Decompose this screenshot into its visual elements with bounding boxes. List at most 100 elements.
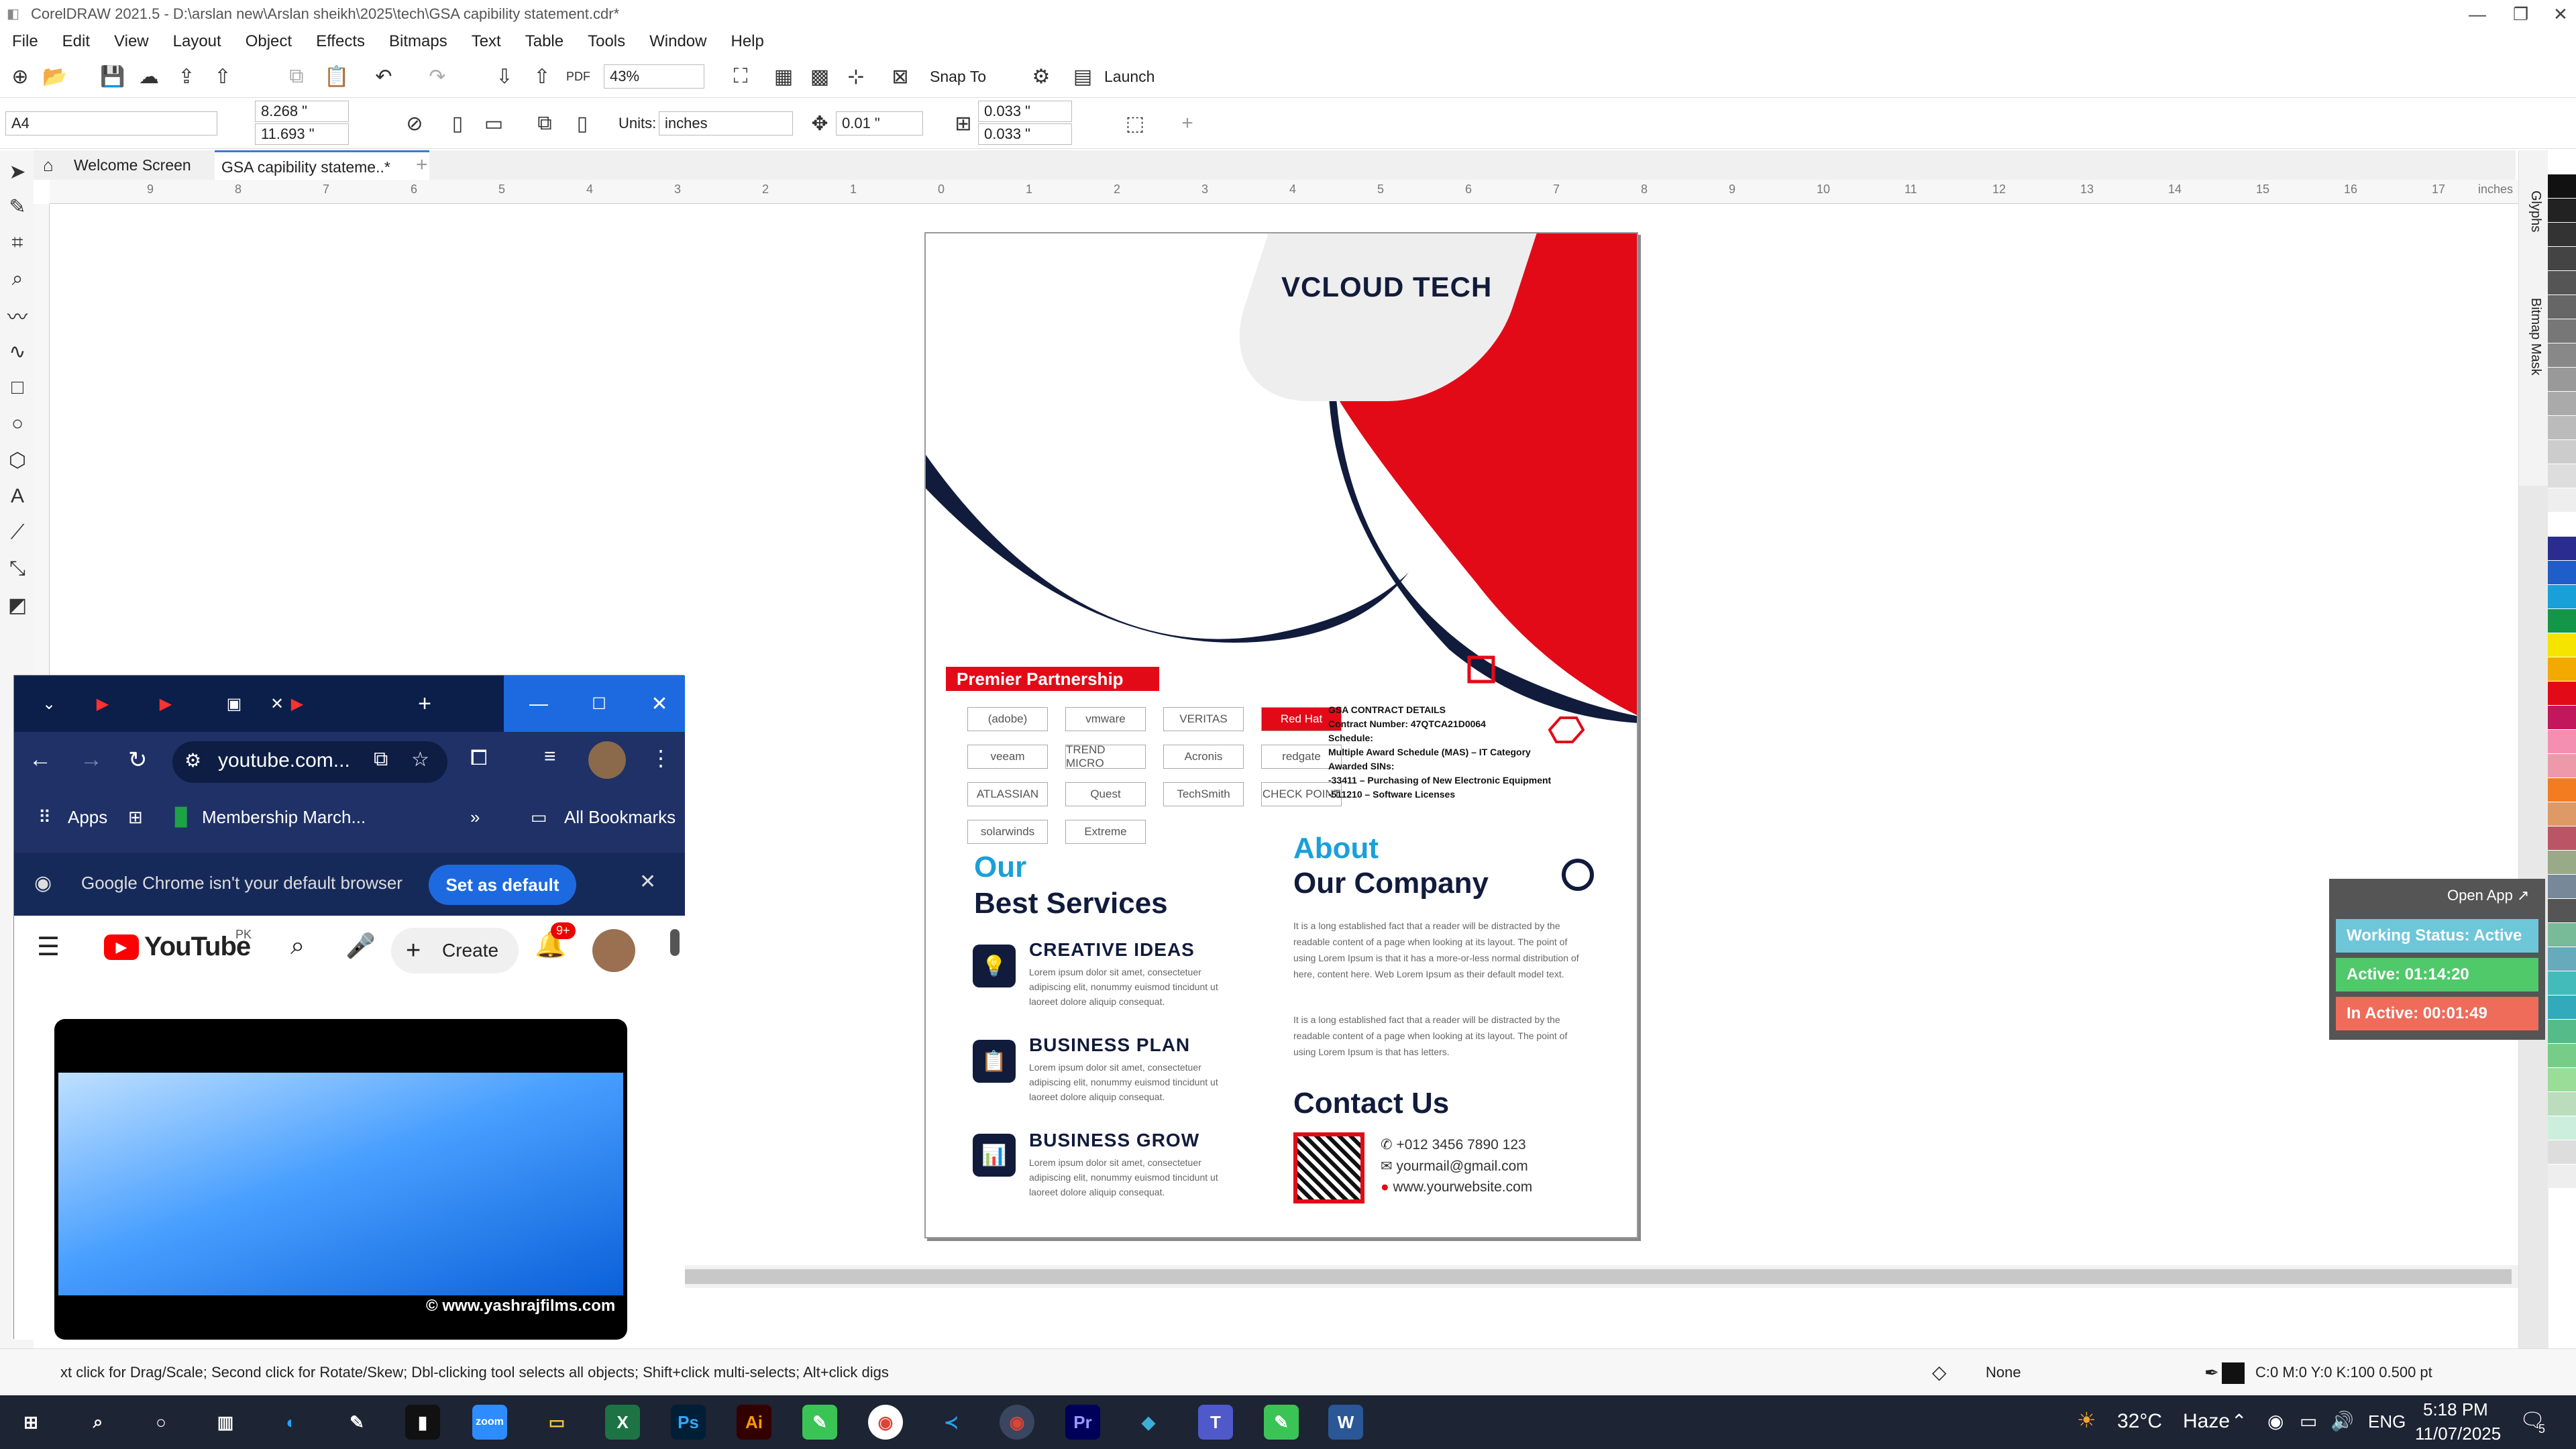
color-swatch[interactable]: [2548, 319, 2576, 343]
page-width-field[interactable]: 8.268 ": [255, 101, 349, 122]
open-icon[interactable]: 📂: [40, 62, 70, 91]
app-diamond-icon[interactable]: ◆: [1131, 1405, 1166, 1440]
color-swatch[interactable]: [2548, 657, 2576, 682]
coreldraw-icon[interactable]: ✎: [802, 1405, 837, 1440]
chrome-active-icon[interactable]: ◉: [1000, 1405, 1034, 1440]
color-swatch[interactable]: [2548, 199, 2576, 223]
menu-object[interactable]: Object: [233, 28, 304, 55]
new-tab-icon[interactable]: +: [416, 150, 428, 180]
youtube-logo-text[interactable]: YouTube: [144, 932, 251, 962]
color-swatch[interactable]: [2548, 971, 2576, 996]
freehand-tool-icon[interactable]: 〰: [3, 301, 32, 330]
zoom-level-field[interactable]: 43%: [604, 64, 704, 89]
illustrator-icon[interactable]: Ai: [737, 1405, 771, 1440]
temperature[interactable]: 32°C: [2117, 1410, 2162, 1433]
launch-dropdown[interactable]: Launch: [1104, 64, 1155, 89]
shape-tool-icon[interactable]: ✎: [3, 192, 32, 221]
address-bar[interactable]: ⚙ youtube.com... ⧉ ☆: [172, 741, 447, 783]
home-icon[interactable]: ⌂: [43, 150, 54, 180]
chrome-icon[interactable]: ◉: [868, 1405, 903, 1440]
menu-dots-icon[interactable]: ⋮: [650, 745, 672, 771]
more-bookmarks-icon[interactable]: »: [470, 807, 480, 828]
reload-icon[interactable]: ↻: [128, 747, 148, 773]
site-info-icon[interactable]: ⚙: [184, 749, 201, 771]
youtube-avatar[interactable]: [592, 929, 635, 972]
color-swatch[interactable]: [2548, 923, 2576, 947]
current-page-icon[interactable]: ▯: [568, 109, 597, 138]
launch-icon[interactable]: ▤: [1068, 62, 1097, 91]
profile-avatar[interactable]: [588, 741, 626, 779]
excel-icon[interactable]: X: [605, 1405, 640, 1440]
bitmap-mask-tab[interactable]: Bitmap Mask: [2524, 298, 2543, 405]
weather-text[interactable]: Haze: [2183, 1410, 2230, 1433]
tab-youtube-3[interactable]: ▶: [269, 686, 325, 721]
hamburger-icon[interactable]: ☰: [37, 932, 60, 962]
color-swatch[interactable]: [2548, 1116, 2576, 1140]
color-swatch[interactable]: [2548, 609, 2576, 633]
color-swatch[interactable]: [2548, 1140, 2576, 1165]
pdf-icon[interactable]: PDF: [564, 62, 593, 91]
color-swatch[interactable]: [2548, 488, 2576, 513]
vscode-icon[interactable]: ≺: [934, 1405, 969, 1440]
search-icon[interactable]: ⌕: [290, 932, 305, 961]
options-gear-icon[interactable]: ⚙: [1026, 62, 1056, 91]
tab-youtube-1[interactable]: ▶: [74, 686, 131, 721]
color-swatch[interactable]: [2548, 416, 2576, 440]
paste-icon[interactable]: 📋: [322, 62, 352, 91]
open-app-link[interactable]: Open App ↗: [2447, 887, 2529, 904]
page-height-field[interactable]: 11.693 ": [255, 123, 349, 145]
youtube-logo-icon[interactable]: ▶: [104, 934, 139, 960]
task-view-icon[interactable]: ▥: [208, 1405, 243, 1440]
dismiss-notice-icon[interactable]: ✕: [639, 870, 656, 894]
menu-tools[interactable]: Tools: [576, 28, 637, 55]
crop-tool-icon[interactable]: ⌗: [3, 228, 32, 258]
menu-window[interactable]: Window: [637, 28, 718, 55]
set-default-button[interactable]: Set as default: [429, 865, 576, 905]
all-bookmarks[interactable]: All Bookmarks: [564, 807, 676, 828]
rulers-icon[interactable]: ▦: [769, 62, 798, 91]
dup-x-field[interactable]: 0.033 ": [978, 101, 1072, 122]
color-swatch[interactable]: [2548, 392, 2576, 416]
color-swatch[interactable]: [2548, 1165, 2576, 1189]
clock-date[interactable]: 11/07/2025: [2415, 1424, 2501, 1444]
color-swatch[interactable]: [2548, 633, 2576, 657]
chrome-maximize-icon[interactable]: ☐: [571, 686, 627, 721]
color-swatch[interactable]: [2548, 996, 2576, 1020]
color-palette[interactable]: [2548, 150, 2576, 1324]
premiere-icon[interactable]: Pr: [1065, 1405, 1100, 1440]
media-icon[interactable]: ≡: [544, 745, 556, 768]
color-swatch[interactable]: [2548, 247, 2576, 271]
close-icon[interactable]: ✕: [2553, 0, 2568, 28]
volume-icon[interactable]: 🔊: [2330, 1410, 2354, 1432]
color-swatch[interactable]: [2548, 1068, 2576, 1092]
rectangle-tool-icon[interactable]: □: [3, 373, 32, 402]
sheets-icon[interactable]: ▉: [175, 807, 189, 828]
menu-table[interactable]: Table: [513, 28, 576, 55]
menu-effects[interactable]: Effects: [304, 28, 377, 55]
all-pages-icon[interactable]: ⧉: [530, 109, 559, 138]
url-text[interactable]: youtube.com...: [218, 749, 350, 772]
teams-icon[interactable]: T: [1198, 1405, 1233, 1440]
import-icon[interactable]: ⇩: [490, 62, 519, 91]
text-tool-icon[interactable]: A: [3, 482, 32, 511]
color-swatch[interactable]: [2548, 295, 2576, 319]
color-swatch[interactable]: [2548, 1044, 2576, 1068]
color-swatch[interactable]: [2548, 851, 2576, 875]
tray-app-icon[interactable]: ◉: [2267, 1410, 2284, 1432]
menu-file[interactable]: File: [0, 28, 50, 55]
apps-bookmark[interactable]: Apps: [68, 807, 107, 828]
color-swatch[interactable]: [2548, 368, 2576, 392]
extensions-icon[interactable]: ⧠: [470, 745, 488, 771]
color-swatch[interactable]: [2548, 706, 2576, 730]
menu-text[interactable]: Text: [460, 28, 513, 55]
color-swatch[interactable]: [2548, 150, 2576, 174]
network-icon[interactable]: ▭: [2300, 1410, 2317, 1432]
pick-tool-icon[interactable]: ➤: [3, 157, 32, 186]
page-scrollbar[interactable]: [670, 929, 680, 956]
search-taskbar-icon[interactable]: ⌕: [80, 1405, 115, 1440]
bleed-icon[interactable]: ⬚: [1120, 109, 1150, 138]
menu-layout[interactable]: Layout: [161, 28, 233, 55]
minimize-icon[interactable]: —: [2469, 0, 2486, 28]
fill-icon[interactable]: ◇: [1932, 1349, 1947, 1396]
color-swatch[interactable]: [2548, 730, 2576, 754]
